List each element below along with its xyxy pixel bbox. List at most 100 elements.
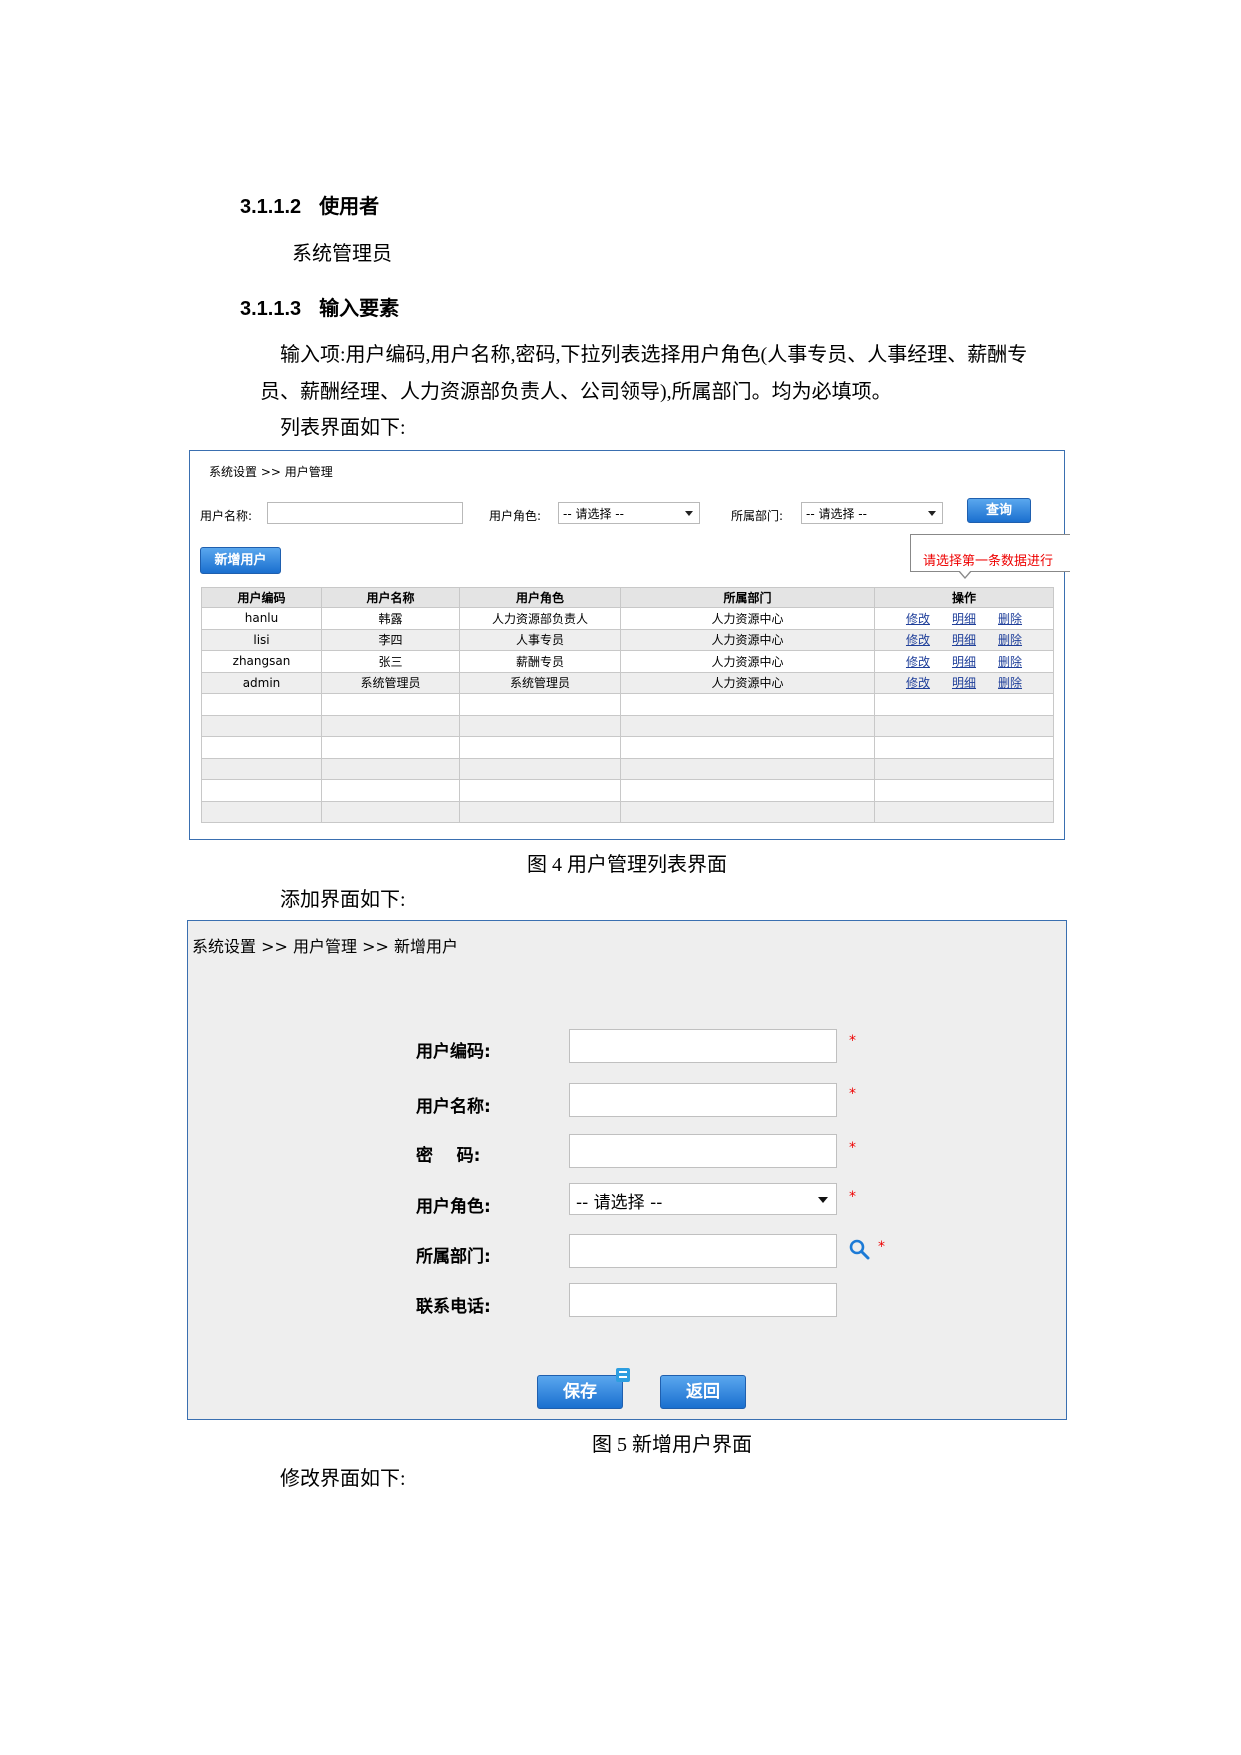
query-button[interactable]: 查询 <box>967 498 1031 523</box>
name-label: 用户名称: <box>416 1097 491 1117</box>
phone-label: 联系电话: <box>416 1297 491 1317</box>
column-header: 用户编码 <box>201 587 322 608</box>
dept-filter-select[interactable]: -- 请选择 -- <box>801 502 943 524</box>
dropdown-arrow-icon <box>928 511 936 516</box>
dropdown-arrow-icon <box>685 511 693 516</box>
column-header: 操作 <box>874 587 1054 608</box>
add-user-screenshot: 系统设置 >> 用户管理 >> 新增用户 用户编码: * 用户名称: * 密 码… <box>187 920 1067 1420</box>
delete-link[interactable]: 删除 <box>998 655 1022 669</box>
paragraph-inputs-line1: 输入项:用户编码,用户名称,密码,下拉列表选择用户角色(人事专员、人事经理、薪酬… <box>280 344 1028 366</box>
required-mark: * <box>849 1140 856 1156</box>
detail-link[interactable]: 明细 <box>952 633 976 647</box>
section-number: 3.1.1.3 <box>240 298 302 320</box>
name-input[interactable] <box>569 1083 837 1117</box>
empty-row <box>201 779 1054 802</box>
cell-role: 人事专员 <box>459 628 621 651</box>
breadcrumb: 系统设置 >> 用户管理 <box>209 465 333 479</box>
dept-filter-value: -- 请选择 -- <box>806 507 867 521</box>
paragraph-list-intro: 列表界面如下: <box>280 417 406 439</box>
cell-name: 系统管理员 <box>321 671 460 694</box>
paragraph-add-intro: 添加界面如下: <box>280 889 406 911</box>
code-input[interactable] <box>569 1029 837 1063</box>
edit-link[interactable]: 修改 <box>906 676 930 690</box>
role-filter-label: 用户角色: <box>489 509 542 523</box>
detail-link[interactable]: 明细 <box>952 612 976 626</box>
search-icon[interactable] <box>848 1238 872 1260</box>
cell-actions: 修改 明细 删除 <box>874 628 1054 651</box>
empty-row <box>201 693 1054 716</box>
cell-actions: 修改 明细 删除 <box>874 607 1054 630</box>
cell-role: 人力资源部负责人 <box>459 607 621 630</box>
cell-name: 韩露 <box>321 607 460 630</box>
user-table: 用户编码 用户名称 用户角色 所属部门 操作 hanlu 韩露 人力资源部负责人… <box>201 587 1054 823</box>
role-label: 用户角色: <box>416 1197 491 1217</box>
dept-label: 所属部门: <box>416 1247 491 1267</box>
detail-link[interactable]: 明细 <box>952 655 976 669</box>
edit-link[interactable]: 修改 <box>906 655 930 669</box>
cell-code: admin <box>201 671 322 694</box>
section-title: 输入要素 <box>319 298 400 320</box>
paragraph-inputs-line2: 员、薪酬经理、人力资源部负责人、公司领导),所属部门。均为必填项。 <box>260 381 892 403</box>
delete-link[interactable]: 删除 <box>998 612 1022 626</box>
section-title: 使用者 <box>319 196 380 218</box>
cell-name: 张三 <box>321 650 460 673</box>
back-button[interactable]: 返回 <box>660 1375 746 1409</box>
required-mark: * <box>849 1189 856 1205</box>
column-header: 用户角色 <box>459 587 621 608</box>
delete-link[interactable]: 删除 <box>998 676 1022 690</box>
edit-link[interactable]: 修改 <box>906 612 930 626</box>
cell-actions: 修改 明细 删除 <box>874 671 1054 694</box>
cell-role: 系统管理员 <box>459 671 621 694</box>
delete-link[interactable]: 删除 <box>998 633 1022 647</box>
paragraph-users: 系统管理员 <box>292 243 392 265</box>
cell-code: lisi <box>201 628 322 651</box>
cell-dept: 人力资源中心 <box>620 628 875 651</box>
section-heading-users: 3.1.1.2 使用者 <box>240 190 379 219</box>
code-label: 用户编码: <box>416 1042 491 1062</box>
section-number: 3.1.1.2 <box>240 196 302 218</box>
user-list-screenshot: 系统设置 >> 用户管理 用户名称: 用户角色: -- 请选择 -- 所属部门:… <box>189 450 1070 840</box>
cell-role: 薪酬专员 <box>459 650 621 673</box>
cell-dept: 人力资源中心 <box>620 650 875 673</box>
required-mark: * <box>878 1239 885 1255</box>
phone-input[interactable] <box>569 1283 837 1317</box>
cell-dept: 人力资源中心 <box>620 671 875 694</box>
name-filter-input[interactable] <box>267 502 463 524</box>
role-filter-select[interactable]: -- 请选择 -- <box>558 502 700 524</box>
required-mark: * <box>849 1033 856 1049</box>
empty-row <box>201 736 1054 759</box>
dept-filter-label: 所属部门: <box>731 509 784 523</box>
table-row[interactable]: lisi 李四 人事专员 人力资源中心 修改 明细 删除 <box>201 628 1054 651</box>
cell-name: 李四 <box>321 628 460 651</box>
cell-dept: 人力资源中心 <box>620 607 875 630</box>
note-badge-icon <box>616 1368 630 1382</box>
password-label: 密 码: <box>416 1146 481 1166</box>
paragraph-edit-intro: 修改界面如下: <box>280 1468 406 1490</box>
save-button[interactable]: 保存 <box>537 1375 623 1409</box>
detail-link[interactable]: 明细 <box>952 676 976 690</box>
table-row[interactable]: admin 系统管理员 系统管理员 人力资源中心 修改 明细 删除 <box>201 671 1054 694</box>
section-heading-inputs: 3.1.1.3 输入要素 <box>240 292 399 321</box>
cell-actions: 修改 明细 删除 <box>874 650 1054 673</box>
figure-caption-add: 图 5 新增用户界面 <box>592 1434 752 1456</box>
empty-row <box>201 714 1054 737</box>
dropdown-arrow-icon <box>818 1197 828 1203</box>
breadcrumb: 系统设置 >> 用户管理 >> 新增用户 <box>192 937 458 956</box>
add-user-button[interactable]: 新增用户 <box>200 547 281 574</box>
figure-caption-list: 图 4 用户管理列表界面 <box>527 854 727 876</box>
role-select[interactable]: -- 请选择 -- <box>569 1183 837 1215</box>
empty-row <box>201 800 1054 823</box>
cell-code: zhangsan <box>201 650 322 673</box>
cell-code: hanlu <box>201 607 322 630</box>
edit-link[interactable]: 修改 <box>906 633 930 647</box>
required-mark: * <box>849 1086 856 1102</box>
table-row[interactable]: hanlu 韩露 人力资源部负责人 人力资源中心 修改 明细 删除 <box>201 607 1054 630</box>
password-input[interactable] <box>569 1134 837 1168</box>
dept-input[interactable] <box>569 1234 837 1268</box>
role-select-value: -- 请选择 -- <box>576 1193 663 1213</box>
column-header: 用户名称 <box>321 587 460 608</box>
column-header: 所属部门 <box>620 587 875 608</box>
table-row[interactable]: zhangsan 张三 薪酬专员 人力资源中心 修改 明细 删除 <box>201 650 1054 673</box>
role-filter-value: -- 请选择 -- <box>563 507 624 521</box>
hint-tooltip: 请选择第一条数据进行 <box>910 534 1070 572</box>
